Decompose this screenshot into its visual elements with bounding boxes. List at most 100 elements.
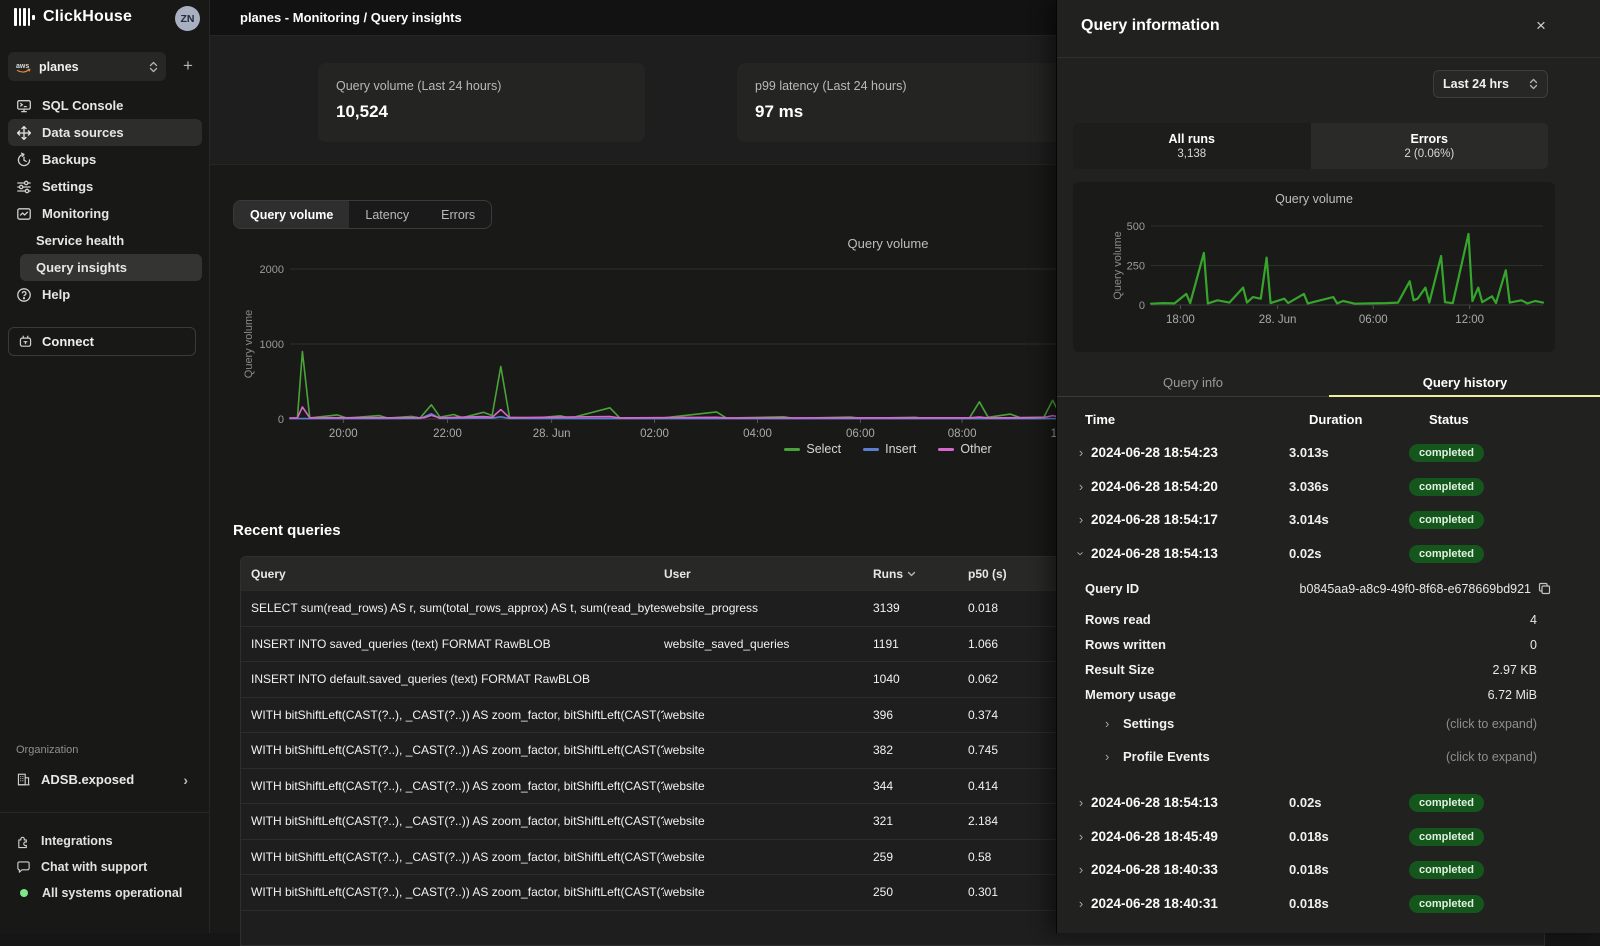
cell-query: WITH bitShiftLeft(CAST(?..), _CAST(?..))…	[241, 814, 664, 828]
service-selector-value: planes	[39, 60, 141, 74]
sidebar-item-label: Query insights	[36, 260, 127, 275]
cell-user: website	[664, 708, 873, 722]
history-duration: 0.02s	[1289, 795, 1409, 810]
expander-hint: (click to expand)	[1446, 750, 1551, 764]
query-information-panel: Query information × Last 24 hrs All runs…	[1056, 0, 1600, 933]
chevron-right-icon[interactable]: ›	[1071, 862, 1091, 877]
expander-settings[interactable]: ›Settings(click to expand)	[1085, 707, 1551, 740]
legend-item-insert[interactable]: Insert	[863, 442, 916, 456]
expander-profile-events[interactable]: ›Profile Events(click to expand)	[1085, 740, 1551, 773]
connect-button[interactable]: Connect	[8, 327, 196, 356]
data-sources-icon	[16, 125, 32, 141]
cell-query: INSERT INTO saved_queries (text) FORMAT …	[241, 637, 664, 651]
chevron-right-icon[interactable]: ›	[1071, 795, 1091, 810]
column-header-runs[interactable]: Runs	[873, 567, 968, 581]
history-rows-top: ›2024-06-28 18:54:233.013scompleted›2024…	[1057, 436, 1600, 570]
chevron-down-icon[interactable]: ›	[1074, 543, 1089, 563]
column-header-duration: Duration	[1309, 412, 1429, 427]
status-badge: completed	[1409, 545, 1484, 563]
column-header-time: Time	[1085, 412, 1309, 427]
sidebar-item-help[interactable]: Help	[8, 281, 202, 308]
chevron-right-icon[interactable]: ›	[1071, 829, 1091, 844]
segment-errors[interactable]: Errors 2 (0.06%)	[1311, 123, 1549, 169]
clickhouse-logo[interactable]: ClickHouse	[14, 8, 132, 26]
connect-label: Connect	[42, 334, 94, 349]
sidebar-item-service-health[interactable]: Service health	[20, 227, 202, 254]
stat-card-query-volume: Query volume (Last 24 hours) 10,524	[318, 63, 645, 142]
copy-icon[interactable]	[1538, 582, 1551, 595]
history-duration: 0.018s	[1289, 896, 1409, 911]
history-row[interactable]: ›2024-06-28 18:54:233.013scompleted	[1057, 436, 1600, 470]
mini-chart-canvas[interactable]: 0250500Query volume18:0028. Jun06:0012:0…	[1073, 208, 1555, 348]
tab-query-volume[interactable]: Query volume	[234, 201, 349, 228]
service-selector[interactable]: aws planes	[8, 52, 166, 81]
sidebar-item-chat-support[interactable]: Chat with support	[8, 854, 202, 880]
history-row[interactable]: ›2024-06-28 18:54:173.014scompleted	[1057, 503, 1600, 537]
sidebar-item-monitoring[interactable]: Monitoring	[8, 200, 202, 227]
detail-value: 2.97 KB	[1493, 663, 1551, 677]
status-badge: completed	[1409, 478, 1484, 496]
sidebar-item-settings[interactable]: Settings	[8, 173, 202, 200]
system-status[interactable]: All systems operational	[8, 880, 202, 906]
add-service-button[interactable]: +	[176, 54, 200, 78]
history-row[interactable]: ›2024-06-28 18:40:330.018scompleted	[1057, 853, 1600, 887]
svg-text:18:00: 18:00	[1166, 314, 1195, 326]
expander-label: Settings	[1123, 716, 1174, 731]
chevron-right-icon[interactable]: ›	[1071, 479, 1091, 494]
organization-label: Organization	[16, 744, 78, 756]
svg-text:02:00: 02:00	[640, 428, 669, 440]
cell-runs: 321	[873, 814, 968, 828]
history-row[interactable]: ›2024-06-28 18:45:490.018scompleted	[1057, 820, 1600, 854]
query-id-label: Query ID	[1085, 581, 1139, 596]
sidebar-item-query-insights[interactable]: Query insights	[20, 254, 202, 281]
svg-text:28. Jun: 28. Jun	[533, 428, 571, 440]
chevron-right-icon[interactable]: ›	[1071, 896, 1091, 911]
legend-label: Select	[806, 442, 841, 456]
tab-query-info[interactable]: Query info	[1057, 368, 1329, 396]
sidebar-item-integrations[interactable]: Integrations	[8, 828, 202, 854]
status-badge: completed	[1409, 444, 1484, 462]
history-duration: 3.036s	[1289, 479, 1409, 494]
status-badge: completed	[1409, 828, 1484, 846]
sidebar: ClickHouse ZN aws planes + SQL Console D…	[0, 0, 210, 933]
chevron-right-icon[interactable]: ›	[1071, 512, 1091, 527]
history-time: 2024-06-28 18:54:20	[1091, 479, 1289, 494]
chevron-right-icon[interactable]: ›	[1071, 445, 1091, 460]
segment-all-runs[interactable]: All runs 3,138	[1073, 123, 1311, 169]
cell-user: website	[664, 779, 873, 793]
monitoring-icon	[16, 206, 32, 222]
column-header-user[interactable]: User	[664, 567, 873, 581]
footer-item-label: All systems operational	[42, 886, 182, 900]
sidebar-divider	[0, 812, 210, 813]
detail-label: Result Size	[1085, 662, 1154, 677]
chevron-right-icon: ›	[183, 772, 188, 788]
tab-errors[interactable]: Errors	[425, 201, 491, 228]
tab-query-history[interactable]: Query history	[1329, 368, 1600, 396]
column-header-query[interactable]: Query	[241, 567, 664, 581]
history-duration: 0.018s	[1289, 862, 1409, 877]
history-row[interactable]: ›2024-06-28 18:54:130.02scompleted	[1057, 537, 1600, 571]
tab-latency[interactable]: Latency	[349, 201, 425, 228]
help-icon	[16, 287, 32, 303]
cell-runs: 1191	[873, 637, 968, 651]
legend-item-select[interactable]: Select	[784, 442, 841, 456]
detail-label: Rows read	[1085, 612, 1151, 627]
history-row[interactable]: ›2024-06-28 18:40:310.018scompleted	[1057, 887, 1600, 921]
sidebar-item-sql-console[interactable]: SQL Console	[8, 92, 202, 119]
user-avatar[interactable]: ZN	[175, 6, 200, 31]
legend-item-other[interactable]: Other	[938, 442, 991, 456]
sidebar-item-backups[interactable]: Backups	[8, 146, 202, 173]
close-icon[interactable]: ×	[1529, 14, 1553, 38]
legend-marker	[863, 448, 879, 451]
legend-label: Insert	[885, 442, 916, 456]
history-row[interactable]: ›2024-06-28 18:54:130.02scompleted	[1057, 786, 1600, 820]
history-row[interactable]: ›2024-06-28 18:54:203.036scompleted	[1057, 470, 1600, 504]
sidebar-item-data-sources[interactable]: Data sources	[8, 119, 202, 146]
connect-icon	[18, 334, 33, 349]
svg-text:22:00: 22:00	[433, 428, 462, 440]
svg-text:1000: 1000	[260, 339, 284, 351]
time-range-select[interactable]: Last 24 hrs	[1433, 70, 1548, 98]
organization-row[interactable]: ADSB.exposed ›	[8, 766, 196, 793]
cell-runs: 396	[873, 708, 968, 722]
svg-text:250: 250	[1127, 261, 1145, 273]
